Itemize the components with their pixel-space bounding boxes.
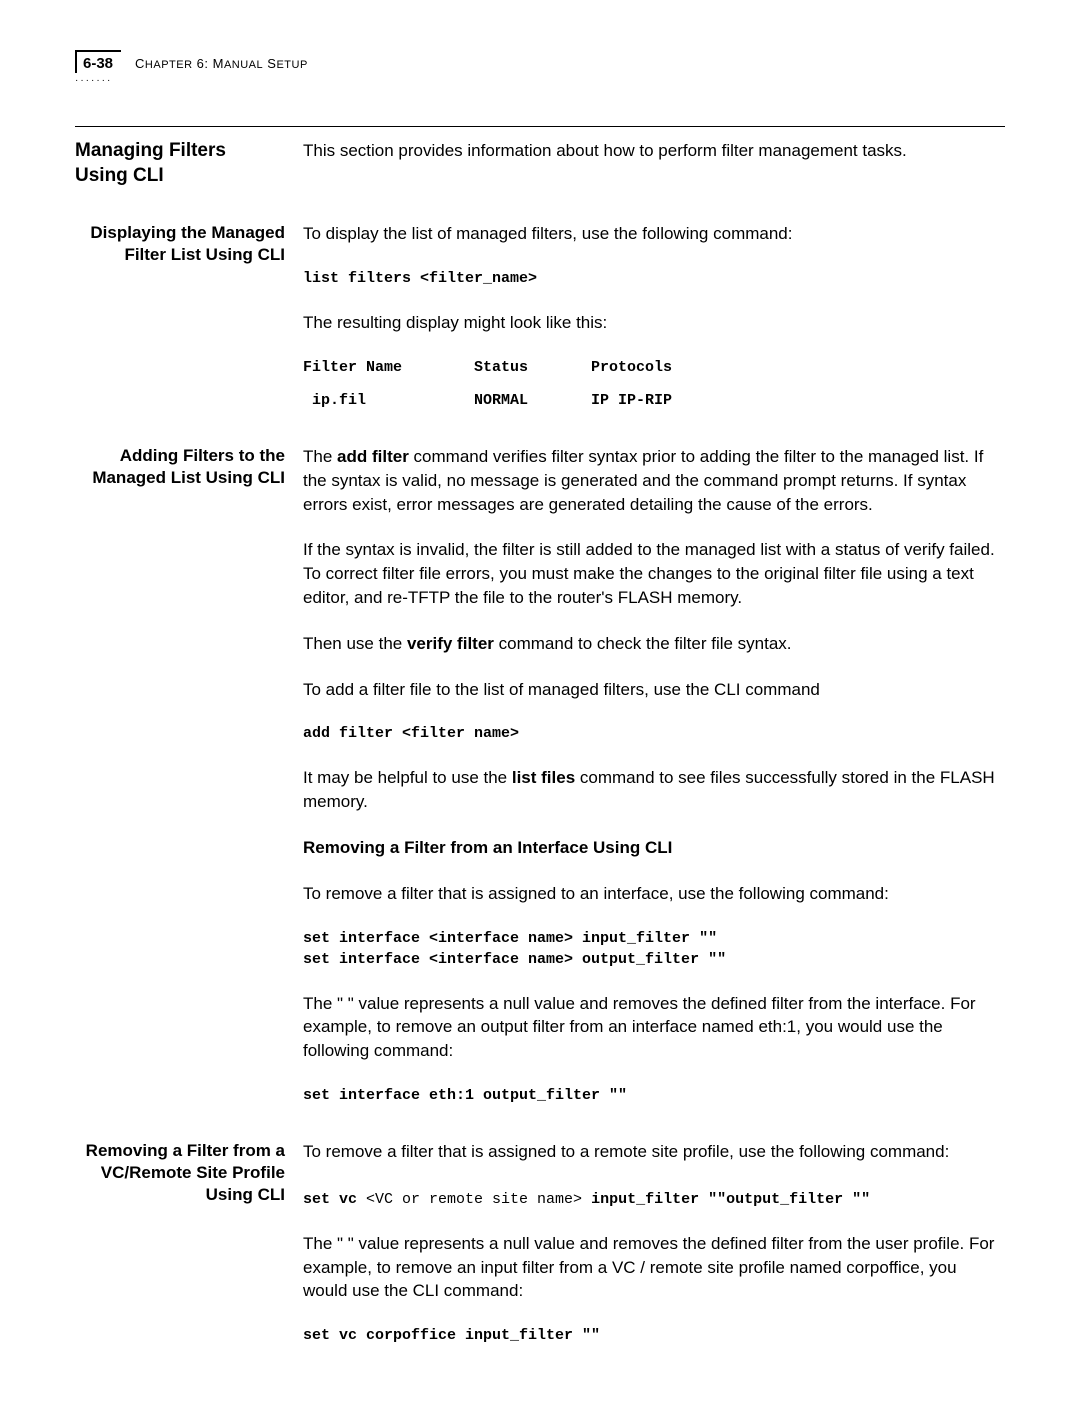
section-rule [75,126,1005,127]
code-block: set interface eth:1 output_filter "" [303,1085,1005,1106]
decorative-dots: ······· [75,75,121,86]
code-block: set vc <VC or remote site name> input_fi… [303,1186,1005,1210]
paragraph: To remove a filter that is assigned to a… [303,882,1005,906]
paragraph: The resulting display might look like th… [303,311,1005,335]
code-block: list filters <filter_name> [303,268,1005,289]
paragraph: The add filter command verifies filter s… [303,445,1005,516]
paragraph: It may be helpful to use the list files … [303,766,1005,814]
section-title-displaying: Displaying the Managed Filter List Using… [75,222,285,411]
paragraph: To display the list of managed filters, … [303,222,1005,246]
page-number-block: 6-38 ······· [75,50,121,86]
page-header: 6-38 ······· CHAPTER 6: MANUAL SETUP [75,50,1005,86]
table-row: ip.fil NORMAL IP IP-RIP [303,390,1005,411]
document-page: 6-38 ······· CHAPTER 6: MANUAL SETUP Man… [0,0,1080,1406]
paragraph: To remove a filter that is assigned to a… [303,1140,1005,1164]
chapter-label: CHAPTER 6: MANUAL SETUP [135,50,308,71]
paragraph: To add a filter file to the list of mana… [303,678,1005,702]
section-displaying-body: To display the list of managed filters, … [303,222,1005,411]
code-block: add filter <filter name> [303,723,1005,744]
section-title-removing-vc: Removing a Filter from a VC/Remote Site … [75,1140,285,1346]
section-adding-body: The add filter command verifies filter s… [303,445,1005,1106]
content-grid: Managing Filters Using CLI This section … [75,139,1005,1346]
section-title-managing-filters: Managing Filters Using CLI [75,139,285,188]
table-header: Filter Name Status Protocols [303,357,1005,378]
code-block: set interface <interface name> input_fil… [303,928,1005,970]
page-number: 6-38 [75,50,121,73]
section-title-adding: Adding Filters to the Managed List Using… [75,445,285,1106]
paragraph: If the syntax is invalid, the filter is … [303,538,1005,609]
sub-heading-removing-interface: Removing a Filter from an Interface Usin… [303,836,1005,860]
paragraph: Then use the verify filter command to ch… [303,632,1005,656]
section-intro: This section provides information about … [303,139,1005,188]
code-block: set vc corpoffice input_filter "" [303,1325,1005,1346]
paragraph: The " " value represents a null value an… [303,1232,1005,1303]
section-removing-vc-body: To remove a filter that is assigned to a… [303,1140,1005,1346]
paragraph: The " " value represents a null value an… [303,992,1005,1063]
